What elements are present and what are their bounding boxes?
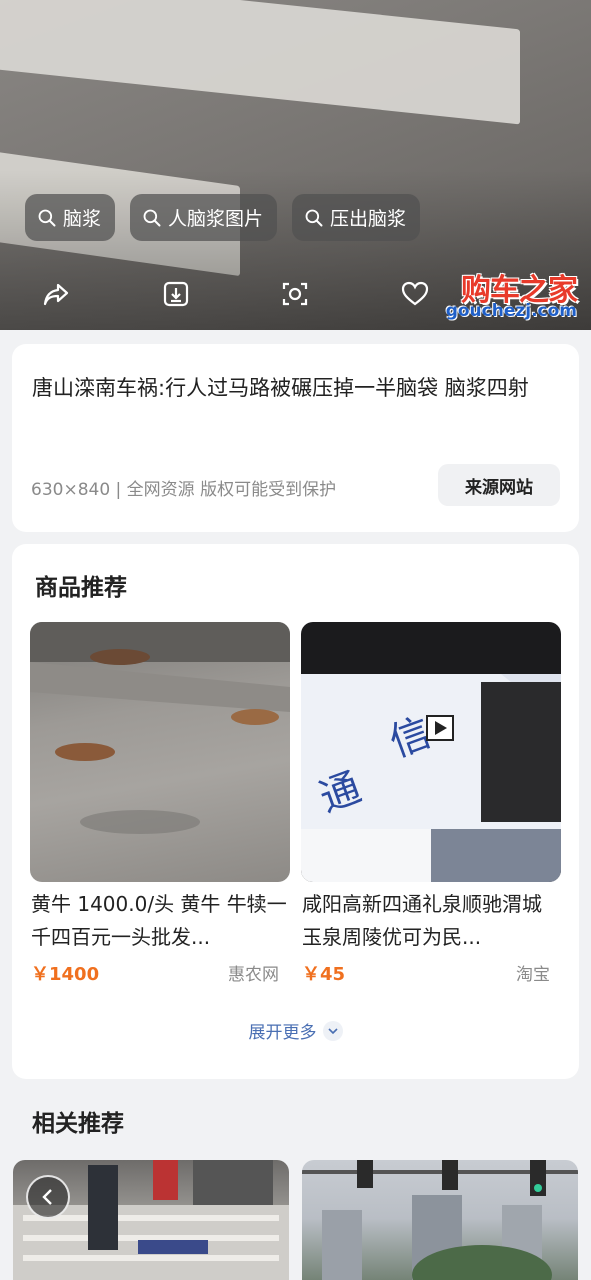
image-meta: 630×840 | 全网资源 版权可能受到保护 [31, 480, 337, 500]
expand-more-button[interactable]: 展开更多 [12, 1018, 579, 1043]
product-photo: 通 信 [301, 674, 561, 882]
related-photo [302, 1160, 578, 1280]
chip-label: 脑浆 [63, 208, 102, 230]
image-title[interactable]: 唐山滦南车祸:行人过马路被碾压掉一半脑袋 脑浆四射 [32, 366, 552, 411]
expand-more-label: 展开更多 [248, 1023, 317, 1043]
product-photo [30, 622, 290, 834]
source-site-button[interactable]: 来源网站 [438, 464, 560, 506]
search-icon [305, 209, 323, 226]
product-price: ￥1400 [31, 964, 100, 985]
chip-search-2[interactable]: 人脑浆图片 [130, 194, 278, 241]
image-search-icon [282, 282, 308, 306]
image-search-button[interactable] [275, 274, 315, 314]
watermark-en: gouchezj.com [445, 301, 577, 321]
chip-search-3[interactable]: 压出脑浆 [292, 194, 421, 241]
product-shop: 惠农网 [228, 965, 279, 985]
product-price: ￥45 [302, 964, 346, 985]
product-name[interactable]: 咸阳高新四通礼泉顺驰渭城玉泉周陵优可为民... [302, 888, 560, 954]
section-title: 相关推荐 [32, 1111, 124, 1137]
product-image[interactable] [30, 622, 290, 882]
chip-label: 人脑浆图片 [168, 208, 264, 230]
product-image[interactable]: 通 信 [301, 622, 561, 882]
crosswalk-stripe [0, 0, 520, 125]
product-shop: 淘宝 [516, 965, 550, 985]
chip-search-1[interactable]: 脑浆 [25, 194, 116, 241]
product-name[interactable]: 黄牛 1400.0/头 黄牛 牛犊一千四百元一头批发... [31, 888, 289, 954]
download-icon [163, 281, 189, 307]
image-info-card: 唐山滦南车祸:行人过马路被碾压掉一半脑袋 脑浆四射 630×840 | 全网资源… [12, 344, 579, 532]
share-icon [43, 283, 69, 306]
search-icon [143, 209, 161, 226]
section-title: 商品推荐 [35, 575, 127, 601]
related-image[interactable] [302, 1160, 578, 1280]
chip-label: 压出脑浆 [330, 208, 407, 230]
search-suggestion-chips: 脑浆 人脑浆图片 压出脑浆 [25, 194, 421, 241]
chevron-down-icon [322, 1020, 343, 1041]
share-button[interactable] [36, 274, 76, 314]
hero-image[interactable]: 脑浆 人脑浆图片 压出脑浆 购车之家 gouchezj.com [0, 0, 591, 330]
chevron-left-icon [42, 1189, 52, 1205]
download-button[interactable] [156, 274, 196, 314]
back-button[interactable] [26, 1175, 70, 1219]
watermark-logo: 购车之家 gouchezj.com [427, 265, 578, 323]
product-recommend-card: 商品推荐 通 信 黄牛 1400.0/头 黄牛 牛犊一千四百元一头批发... 咸… [12, 544, 579, 1079]
like-icon [401, 281, 429, 306]
search-icon [38, 209, 56, 226]
